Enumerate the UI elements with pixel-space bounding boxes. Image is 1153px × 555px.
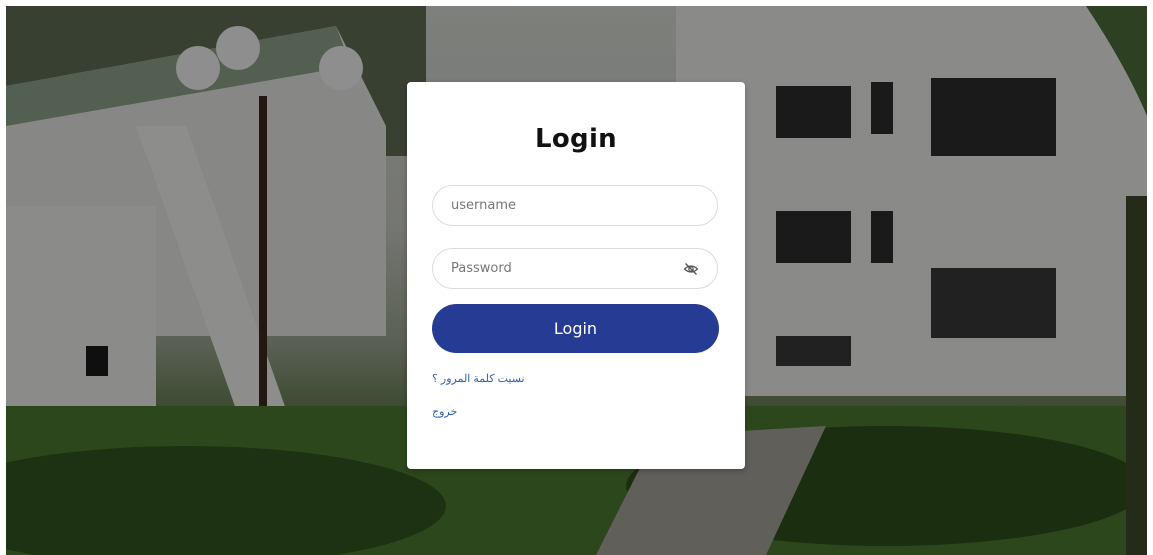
login-title: Login bbox=[535, 124, 617, 154]
password-input[interactable] bbox=[451, 249, 681, 288]
eye-slash-icon[interactable] bbox=[683, 261, 699, 277]
username-field[interactable] bbox=[432, 185, 718, 226]
logout-link[interactable]: خروج bbox=[432, 405, 457, 418]
password-field[interactable] bbox=[432, 248, 718, 289]
forgot-password-link[interactable]: نسيت كلمة المرور ؟ bbox=[432, 372, 525, 385]
login-card: Login Login نسيت كلمة المرور ؟ خروج bbox=[407, 82, 745, 469]
login-button[interactable]: Login bbox=[432, 304, 719, 353]
username-input[interactable] bbox=[451, 186, 681, 225]
